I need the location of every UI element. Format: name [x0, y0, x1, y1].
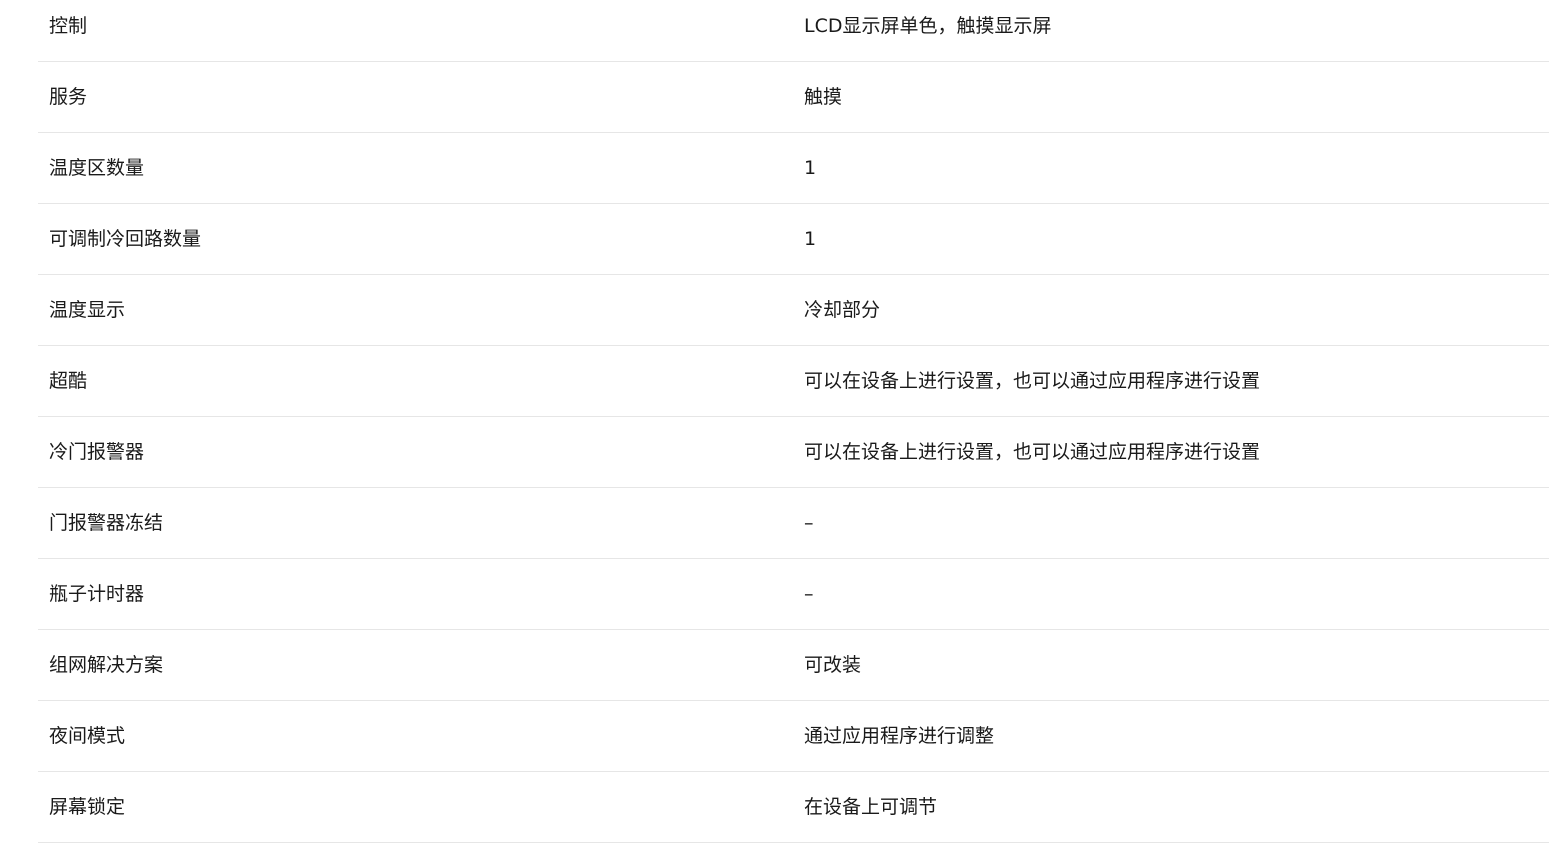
spec-label: 温度区数量: [49, 157, 145, 179]
spec-value: 可以在设备上进行设置，也可以通过应用程序进行设置: [804, 370, 1261, 392]
spec-row-control: 控制 LCD显示屏单色，触摸显示屏: [38, 0, 1549, 62]
spec-label: 瓶子计时器: [49, 583, 145, 605]
spec-label: 屏幕锁定: [49, 796, 126, 818]
spec-value: –: [804, 583, 814, 605]
spec-label: 门报警器冻结: [49, 512, 164, 534]
spec-row-bottle-timer: 瓶子计时器 –: [38, 559, 1549, 630]
spec-value: 可以在设备上进行设置，也可以通过应用程序进行设置: [804, 441, 1261, 463]
spec-row-supercool: 超酷 可以在设备上进行设置，也可以通过应用程序进行设置: [38, 346, 1549, 417]
spec-label: 温度显示: [49, 299, 126, 321]
spec-row-temperature-display: 温度显示 冷却部分: [38, 275, 1549, 346]
spec-value: 冷却部分: [804, 299, 881, 321]
spec-value: LCD显示屏单色，触摸显示屏: [804, 15, 1052, 37]
spec-row-service: 服务 触摸: [38, 62, 1549, 133]
spec-label: 服务: [49, 86, 88, 108]
spec-value: 1: [804, 157, 817, 179]
spec-value: 通过应用程序进行调整: [804, 725, 995, 747]
spec-row-night-mode: 夜间模式 通过应用程序进行调整: [38, 701, 1549, 772]
spec-value: 1: [804, 228, 817, 250]
spec-table: 控制 LCD显示屏单色，触摸显示屏 服务 触摸 温度区数量 1 可调制冷回路数量…: [38, 0, 1549, 843]
spec-row-screen-lock: 屏幕锁定 在设备上可调节: [38, 772, 1549, 843]
spec-row-cooling-circuits: 可调制冷回路数量 1: [38, 204, 1549, 275]
spec-value: –: [804, 512, 814, 534]
spec-label: 冷门报警器: [49, 441, 145, 463]
spec-row-door-alarm-freeze: 门报警器冻结 –: [38, 488, 1549, 559]
spec-row-networking: 组网解决方案 可改装: [38, 630, 1549, 701]
spec-label: 超酷: [49, 370, 88, 392]
spec-label: 夜间模式: [49, 725, 126, 747]
spec-label: 可调制冷回路数量: [49, 228, 202, 250]
spec-row-door-alarm-cool: 冷门报警器 可以在设备上进行设置，也可以通过应用程序进行设置: [38, 417, 1549, 488]
spec-value: 可改装: [804, 654, 862, 676]
spec-row-temperature-zones: 温度区数量 1: [38, 133, 1549, 204]
spec-label: 控制: [49, 15, 88, 37]
spec-label: 组网解决方案: [49, 654, 164, 676]
spec-value: 在设备上可调节: [804, 796, 938, 818]
spec-value: 触摸: [804, 86, 843, 108]
